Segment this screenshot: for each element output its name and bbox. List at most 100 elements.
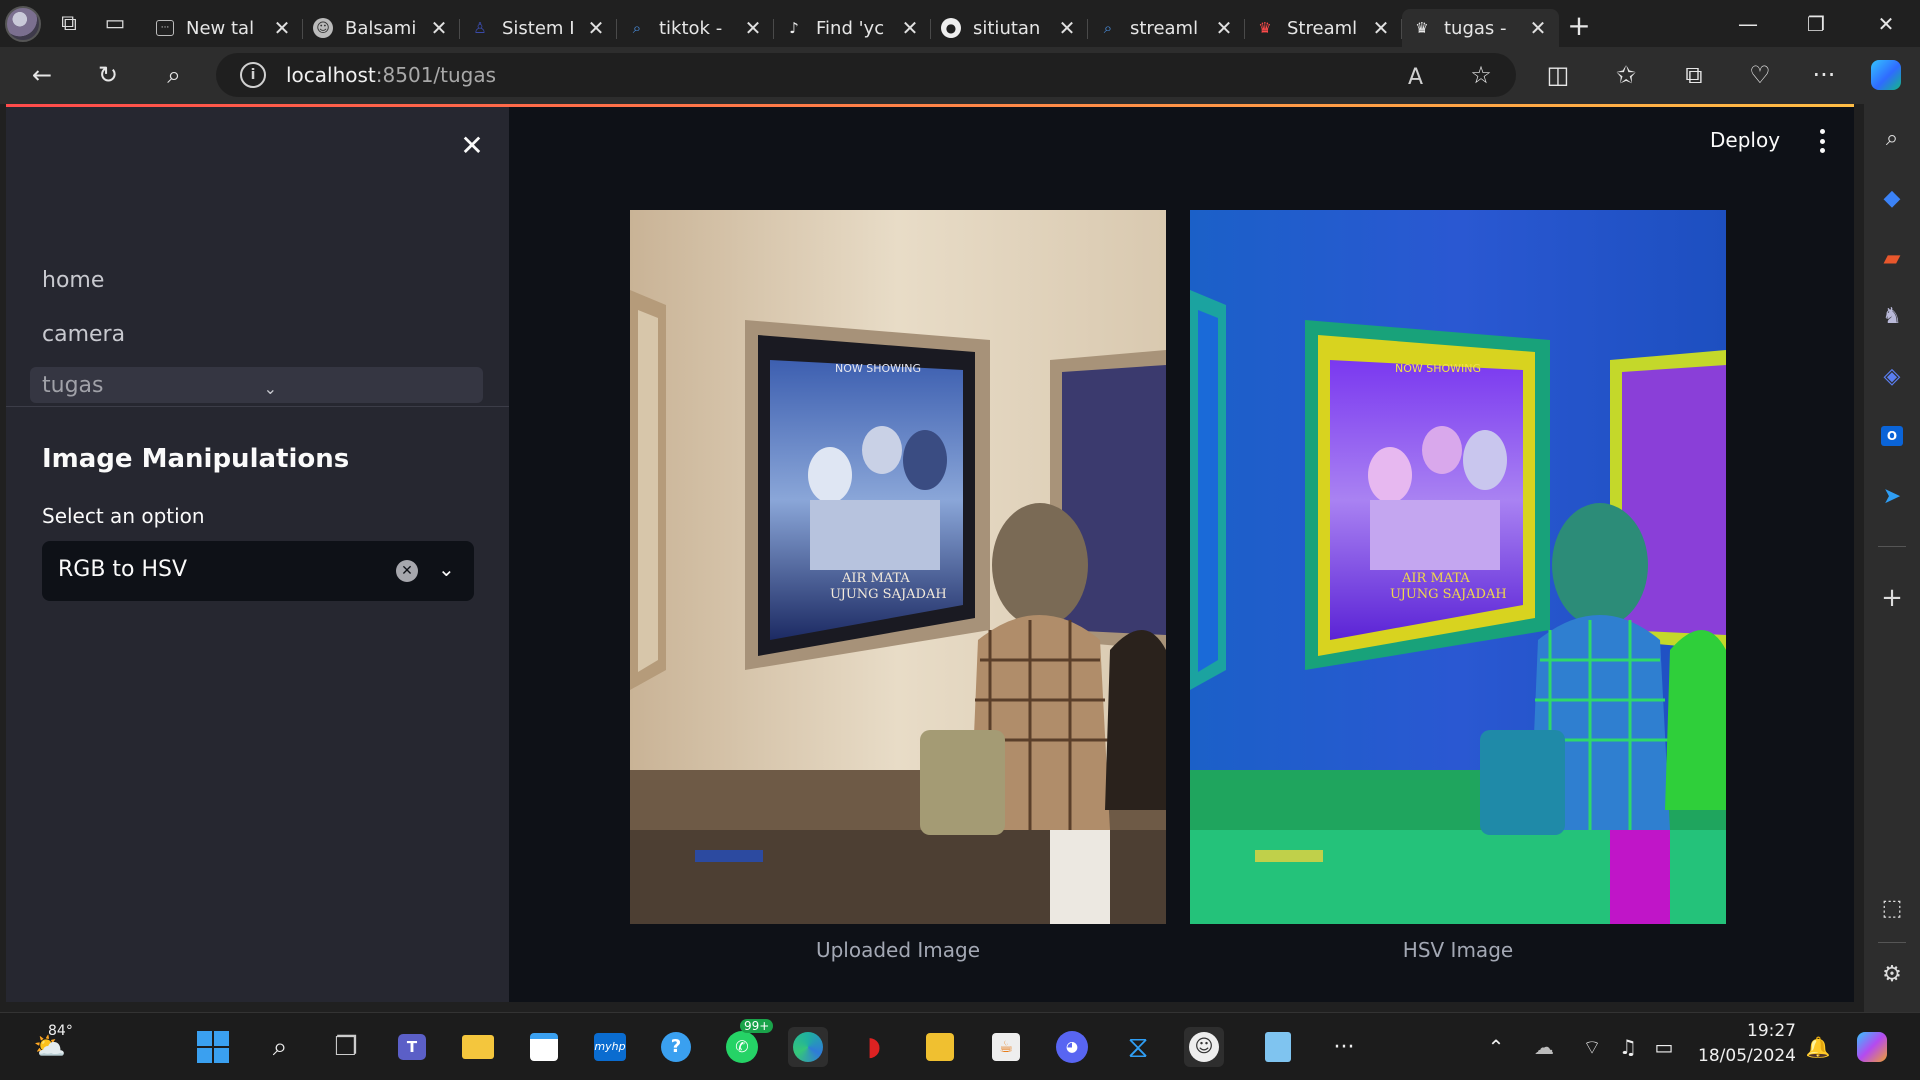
refresh-button[interactable]: ↻ [88,55,128,95]
sidebar-item-home[interactable]: home [42,268,104,293]
close-window-button[interactable]: ✕ [1852,0,1920,47]
deploy-button[interactable]: Deploy [1710,128,1780,152]
tab-balsamiq[interactable]: ☺ Balsami ✕ [303,9,460,47]
read-aloud-icon[interactable]: A [1408,65,1423,90]
split-screen-icon[interactable]: ◫ [1538,55,1578,95]
whatsapp-badge: 99+ [740,1019,774,1033]
notepad-icon[interactable] [1258,1027,1298,1067]
main-menu-icon[interactable] [1814,126,1830,156]
minimize-button[interactable]: — [1714,0,1782,47]
streamlit-app-icon[interactable]: ☺ [1184,1027,1224,1067]
start-windows-icon[interactable] [193,1027,233,1067]
edge-separator [1878,942,1906,943]
more-apps-icon[interactable]: ··· [1324,1027,1364,1067]
select-label: Select an option [42,504,205,528]
clock-date[interactable]: 18/05/2024 [1690,1046,1796,1066]
address-bar[interactable]: i localhost:8501/tugas A [216,53,1516,97]
browser-tab-strip: ⧉ ▭ ··· New tal ✕ ☺ Balsami ✕ ♙ Sistem I ✕ ⌕ ti… [0,0,1920,47]
settings-gear-icon[interactable]: ⚙ [1878,960,1906,988]
get-help-icon[interactable]: ? [656,1027,696,1067]
search-icon[interactable]: ⌕ [154,55,194,95]
clock-time[interactable]: 19:27 [1690,1021,1796,1041]
copilot-taskbar-icon[interactable] [1852,1027,1892,1067]
chevron-down-icon[interactable]: ⌄ [264,379,277,398]
uploaded-image-caption: Uploaded Image [815,938,981,962]
search-icon[interactable]: ⌕ [260,1027,300,1067]
poster-now-showing: NOW SHOWING [1395,362,1481,375]
tab-streamlit-search[interactable]: ⌕ streaml ✕ [1088,9,1245,47]
battery-icon[interactable]: ▭ [1644,1027,1684,1067]
profile-avatar[interactable] [0,0,46,47]
github-icon: ● [941,18,961,38]
add-icon[interactable]: + [1878,583,1906,613]
onedrive-icon[interactable]: ☁ [1524,1027,1564,1067]
close-tab-icon[interactable]: ✕ [1527,16,1549,40]
discord-icon[interactable]: ◕ [1052,1027,1092,1067]
close-tab-icon[interactable]: ✕ [428,16,450,40]
sidebar-item-tugas[interactable]: tugas ⌄ [30,367,483,403]
copilot-icon[interactable] [1866,55,1906,95]
tab-tugas[interactable]: ♛ tugas - ✕ [1402,9,1559,47]
close-tab-icon[interactable]: ✕ [585,16,607,40]
search-icon[interactable]: ⌕ [1878,124,1906,152]
collections-icon[interactable]: ⧉ [1674,55,1714,95]
tab-github[interactable]: ● sitiutan ✕ [931,9,1088,47]
screenshot-icon[interactable]: ⬚ [1878,894,1906,922]
uploaded-image: NOW SHOWING AIR MATA UJUNG SAJADAH [630,210,1166,924]
teams-icon[interactable]: T [392,1027,432,1067]
paint-tools-icon[interactable] [920,1027,960,1067]
tab-tiktok[interactable]: ♪ Find 'yc ✕ [774,9,931,47]
poster-title: AIR MATA [841,571,910,586]
close-tab-icon[interactable]: ✕ [742,16,764,40]
file-explorer-icon[interactable] [458,1027,498,1067]
sidebar-item-camera[interactable]: camera [42,322,125,347]
myhp-icon[interactable]: myhp [590,1027,630,1067]
notification-bell-icon[interactable]: 🔔 [1798,1027,1838,1067]
search-icon: ⌕ [1103,19,1113,37]
outlook-icon[interactable]: O [1878,422,1906,450]
edge-sidebar: ⌕ ◆ ▰ ♞ ◈ O ➤ + ⬚ ⚙ [1864,104,1920,1012]
copilot-designer-icon[interactable]: ◈ [1878,362,1906,390]
microsoft-store-icon[interactable] [524,1027,564,1067]
tiktok-icon: ♪ [789,19,799,37]
chevron-down-icon[interactable]: ⌄ [438,557,455,581]
whatsapp-icon[interactable]: ✆ [722,1027,762,1067]
workspaces-icon[interactable]: ⧉ [46,0,92,47]
browser-essentials-icon[interactable]: ♡ [1740,55,1780,95]
wifi-icon[interactable]: ⌔ [1572,1027,1612,1067]
java-icon[interactable]: ☕ [986,1027,1026,1067]
option-select[interactable]: RGB to HSV ✕ ⌄ [42,541,474,601]
close-tab-icon[interactable]: ✕ [1370,16,1392,40]
games-icon[interactable]: ♞ [1878,302,1906,330]
back-button[interactable]: ← [22,55,62,95]
tab-sistem[interactable]: ♙ Sistem I ✕ [460,9,617,47]
tab-tiktok-search[interactable]: ⌕ tiktok - ✕ [617,9,774,47]
close-tab-icon[interactable]: ✕ [1213,16,1235,40]
sistem-icon: ♙ [473,19,487,37]
close-tab-icon[interactable]: ✕ [1056,16,1078,40]
favorites-icon[interactable]: ✩ [1606,55,1646,95]
clear-selection-icon[interactable]: ✕ [396,560,418,582]
tab-new-tab[interactable]: ··· New tal ✕ [146,9,303,47]
volume-icon[interactable]: ♫ [1608,1027,1648,1067]
favorite-star-icon[interactable]: ☆ [1461,55,1501,95]
show-hidden-icons-chevron-icon[interactable]: ⌃ [1476,1027,1516,1067]
edge-taskbar-icon[interactable] [788,1027,828,1067]
task-view-icon[interactable]: ❐ [326,1027,366,1067]
close-sidebar-icon[interactable]: ✕ [456,129,488,162]
tools-icon[interactable]: ▰ [1878,244,1906,272]
weather-temp: 84° [48,1023,73,1039]
close-tab-icon[interactable]: ✕ [271,16,293,40]
more-menu-icon[interactable]: ··· [1804,55,1844,95]
mcafee-icon[interactable]: ◗ [854,1027,894,1067]
restore-button[interactable]: ❐ [1782,0,1850,47]
site-info-icon[interactable]: i [240,62,266,88]
tab-streamlit[interactable]: ♛ Streaml ✕ [1245,9,1402,47]
send-icon[interactable]: ➤ [1878,482,1906,510]
shopping-tag-icon[interactable]: ◆ [1878,184,1906,212]
poster-title-line2: UJUNG SAJADAH [830,587,947,602]
tab-actions-icon[interactable]: ▭ [92,0,138,47]
new-tab-button[interactable]: + [1559,7,1599,45]
vscode-icon[interactable]: ⧖ [1118,1027,1158,1067]
close-tab-icon[interactable]: ✕ [899,16,921,40]
